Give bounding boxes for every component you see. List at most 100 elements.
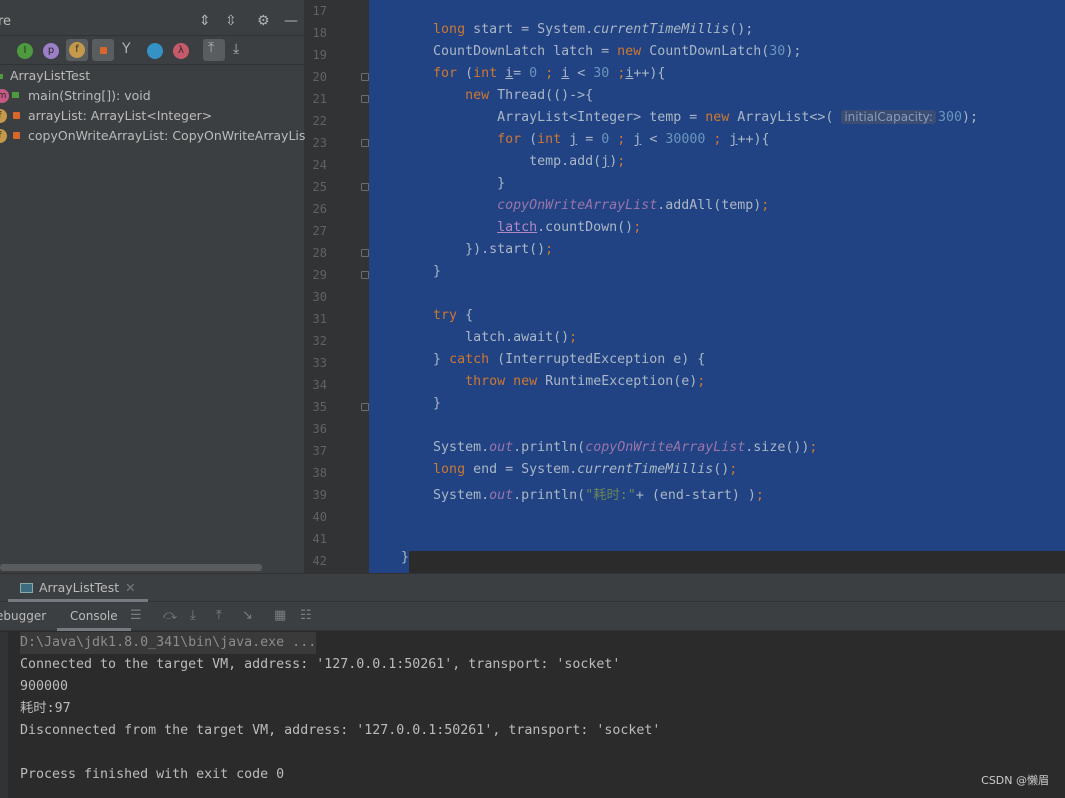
fold-marker-icon[interactable] [361,73,369,81]
console-line: Process finished with exit code 0 [20,767,285,782]
tree-node-method[interactable]: m main(String[]): void [0,86,305,106]
code-line: System.out.println("耗时:"+ (end-start) ); [369,484,764,506]
code-token: "耗时:" [585,488,636,503]
autoscroll-from-source-icon[interactable]: ⤓ [233,41,239,57]
code-token: = [577,132,602,147]
code-token: currentTimeMillis [593,22,730,37]
code-token: j [601,154,610,169]
public-icon [12,92,19,98]
anonymous-class-icon[interactable]: Y [122,41,131,57]
code-token: } [369,264,442,279]
code-token: (InterruptedException e) { [489,352,706,367]
code-token: = [513,66,530,81]
menu-icon[interactable]: ☰ [130,608,142,623]
code-token: 30 [593,66,610,81]
close-icon[interactable]: ✕ [125,580,135,595]
fold-marker-icon[interactable] [361,271,369,279]
expand-all-icon[interactable]: ⇕ [199,13,211,29]
code-token: ArrayList<Integer> temp = [369,110,706,125]
tab-console[interactable]: Console [57,602,131,631]
field-icon: f [0,129,7,143]
tree-node-field[interactable]: farrayList: ArrayList<Integer> [0,106,305,126]
code-token: Thread(()->{ [489,88,594,103]
code-token: int [473,66,498,81]
fold-marker-icon[interactable] [361,249,369,257]
collapse-all-icon[interactable]: ⇳ [225,13,237,29]
code-token: .size()) [745,440,810,455]
line-number: 23 [312,136,327,150]
run-panel: ArrayListTest ✕ ebugger Console ☰ ⤼ ⤓ ⤒ ↘… [0,573,1065,798]
property-icon[interactable]: p [43,43,59,59]
code-token: ( [457,66,474,81]
line-number: 21 [312,92,327,106]
code-line: long end = System.currentTimeMillis(); [369,462,737,484]
field-toggle[interactable]: f [66,39,88,61]
step-out-icon[interactable]: ⤒ [216,608,222,623]
minimize-icon[interactable]: — [284,13,298,29]
code-token: out [489,440,514,455]
run-to-cursor-icon[interactable]: ↘ [242,608,253,623]
evaluate-icon[interactable]: ▦ [274,608,286,623]
fold-marker-icon[interactable] [361,403,369,411]
code-token: } [369,352,450,367]
tab-debugger[interactable]: ebugger [0,602,46,631]
code-token: CountDownLatch( [641,44,770,59]
run-toolbar: ebugger Console ☰ ⤼ ⤓ ⤒ ↘ ▦ ☷ [0,602,1065,631]
code-line: latch.await(); [369,330,577,352]
run-tab-bar: ArrayListTest ✕ [0,574,1065,602]
code-token: .addAll(temp) [657,198,762,213]
code-token: ++){ [633,66,666,81]
code-line: } [369,396,441,418]
code-token: < [569,66,594,81]
line-number: 42 [312,554,327,568]
code-token: start = System. [465,22,594,37]
code-line: for (int i= 0 ; i < 30 ;i++){ [369,66,665,88]
code-line: throw new RuntimeException(e); [369,374,705,396]
fold-marker-icon[interactable] [361,139,369,147]
code-token: ; [545,242,554,257]
lambda-icon[interactable]: λ [173,43,189,59]
fold-marker-icon[interactable] [361,183,369,191]
code-line: } [369,264,441,286]
code-line: for (int j = 0 ; j < 30000 ; j++){ [369,132,769,154]
line-number: 30 [312,290,327,304]
horizontal-scrollbar[interactable] [0,564,262,571]
code-token: { [457,308,474,323]
structure-panel: re ⇕ ⇳ ⚙ — I p f Y λ ⤒ ⤓ ArrayListTest m… [0,0,332,573]
step-over-icon[interactable]: ⤼ [163,608,177,623]
fold-marker-icon[interactable] [361,95,369,103]
gear-icon[interactable]: ⚙ [257,13,270,29]
code-editor[interactable]: long start = System.currentTimeMillis();… [369,0,1065,573]
trace-icon[interactable]: ☷ [300,608,312,623]
inherited-icon[interactable]: I [17,43,33,59]
tree-node-field[interactable]: fcopyOnWriteArrayList: CopyOnWriteArrayL… [0,126,332,146]
unselected-line-area [409,551,1065,573]
tree-node-class[interactable]: ArrayListTest [0,66,305,86]
editor-gutter: 17 18 19 20 21 22 23 24 25 26 27 28 29 30 31 32 33 34 35 36… [305,0,369,573]
code-token: ++){ [737,132,770,147]
code-token: new [617,44,642,59]
code-token: 30000 [665,132,706,147]
field-icon: f [0,109,7,123]
lock-icon [13,112,20,119]
code-token: try [433,308,458,323]
step-into-icon[interactable]: ⤓ [190,608,196,623]
line-number: 25 [312,180,327,194]
code-line: copyOnWriteArrayList.addAll(temp); [369,198,769,220]
run-tab[interactable]: ArrayListTest ✕ [8,574,148,602]
autoscroll-to-source[interactable]: ⤒ [203,39,225,61]
code-token: ; [633,220,642,235]
line-number: 38 [312,466,327,480]
lambda-icon-circle[interactable] [147,43,163,59]
line-number: 31 [312,312,327,326]
code-token: i [505,66,514,81]
code-line: temp.add(j); [369,154,625,176]
line-number: 34 [312,378,327,392]
code-line: ArrayList<Integer> temp = new ArrayList<… [369,110,978,132]
line-number: 37 [312,444,327,458]
private-toggle[interactable] [92,39,114,61]
code-token: ; [617,154,626,169]
